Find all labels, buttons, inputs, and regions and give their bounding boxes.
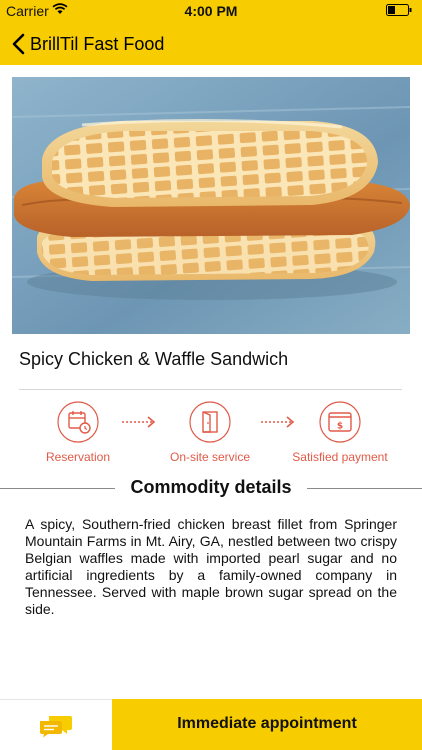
product-title: Spicy Chicken & Waffle Sandwich xyxy=(19,349,289,369)
calendar-clock-icon xyxy=(57,401,99,443)
immediate-appointment-button[interactable]: Immediate appointment xyxy=(112,699,422,750)
navigation-bar: BrillTil Fast Food xyxy=(0,24,422,64)
step-label: Satisfied payment xyxy=(292,450,388,464)
payment-icon: $ xyxy=(319,401,361,443)
button-label: Immediate appointment xyxy=(177,715,357,732)
clock: 4:00 PM xyxy=(184,3,238,19)
back-chevron-icon[interactable] xyxy=(8,32,32,56)
battery-icon xyxy=(386,4,412,16)
step-label: On-site service xyxy=(169,450,251,464)
divider xyxy=(307,488,422,489)
product-description: A spicy, Southern-fried chicken breast f… xyxy=(25,516,397,617)
door-icon xyxy=(189,401,231,443)
dotted-arrow-icon xyxy=(122,416,156,428)
svg-text:$: $ xyxy=(337,422,343,432)
divider xyxy=(19,389,402,390)
status-bar: Carrier 4:00 PM xyxy=(0,0,422,22)
nav-title: BrillTil Fast Food xyxy=(30,34,165,54)
product-image xyxy=(12,77,410,334)
dotted-arrow-icon xyxy=(261,416,295,428)
chat-bubbles-icon xyxy=(40,716,72,738)
header-bar: Carrier 4:00 PM BrillTil Fast Food xyxy=(0,0,422,65)
step-label: Reservation xyxy=(45,450,111,464)
section-header: Commodity details xyxy=(0,477,422,499)
chat-button[interactable] xyxy=(0,699,112,750)
bottom-bar: Immediate appointment xyxy=(0,699,422,750)
